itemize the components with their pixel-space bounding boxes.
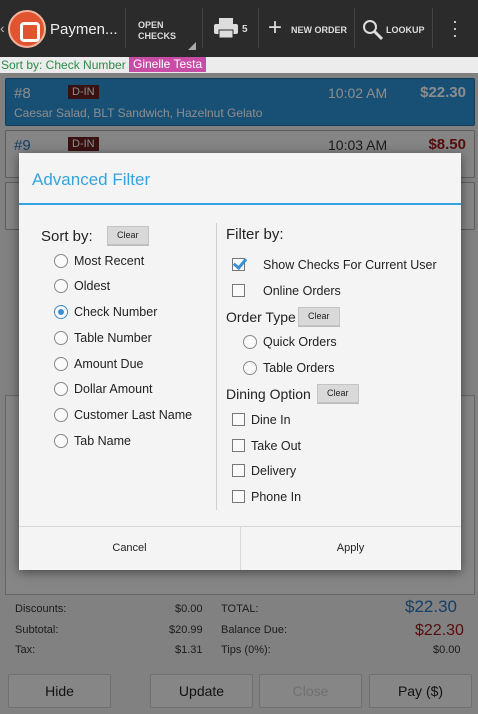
divider xyxy=(258,8,259,48)
sort-by-label: Sort by: xyxy=(41,228,93,245)
checkbox-show-current-user[interactable] xyxy=(232,258,245,271)
overflow-menu-icon[interactable]: · · · xyxy=(452,12,458,44)
checkbox-take-out[interactable] xyxy=(232,439,245,452)
option-label: Phone In xyxy=(251,490,302,504)
radio-dollar-amount[interactable] xyxy=(54,382,68,396)
radio-tab-name[interactable] xyxy=(54,434,68,448)
radio-amount-due[interactable] xyxy=(54,357,68,371)
order-type-label: Order Type xyxy=(226,309,296,325)
radio-most-recent[interactable] xyxy=(54,254,68,268)
option-label: Table Number xyxy=(74,331,152,345)
sort-clear-button[interactable]: Clear xyxy=(107,226,149,245)
printer-icon[interactable] xyxy=(214,18,238,38)
filter-by-label: Filter by: xyxy=(226,226,284,243)
option-label: Dine In xyxy=(251,413,291,427)
column-divider xyxy=(216,223,217,510)
option-label: Dollar Amount xyxy=(74,382,153,396)
option-label: Delivery xyxy=(251,464,297,478)
title-underline xyxy=(19,203,461,205)
app-logo-icon[interactable] xyxy=(8,10,46,48)
option-label: Check Number xyxy=(74,305,158,319)
cancel-button[interactable]: Cancel xyxy=(19,527,240,570)
checkbox-delivery[interactable] xyxy=(232,464,245,477)
divider xyxy=(354,8,355,48)
dialog-title: Advanced Filter xyxy=(32,170,151,189)
option-label: Oldest xyxy=(74,279,111,293)
advanced-filter-dialog: Advanced Filter Sort by: Clear Most Rece… xyxy=(19,153,461,570)
dropdown-corner-icon xyxy=(188,42,196,50)
checkbox-online-orders[interactable] xyxy=(232,284,245,297)
option-label: Take Out xyxy=(251,439,302,453)
option-label: Amount Due xyxy=(74,357,144,371)
option-label: Quick Orders xyxy=(263,335,337,349)
apply-button[interactable]: Apply xyxy=(240,527,461,570)
radio-table-number[interactable] xyxy=(54,331,68,345)
radio-oldest[interactable] xyxy=(54,279,68,293)
open-checks-button[interactable]: OPEN CHECKS xyxy=(138,20,176,42)
user-badge[interactable]: Ginelle Testa xyxy=(129,57,207,72)
option-label: Customer Last Name xyxy=(74,408,193,422)
option-label: Show Checks For Current User xyxy=(263,258,437,272)
sort-status-text: Sort by: Check Number xyxy=(1,58,126,72)
checkbox-phone-in[interactable] xyxy=(232,490,245,503)
radio-customer-last-name[interactable] xyxy=(54,408,68,422)
radio-table-orders[interactable] xyxy=(243,361,257,375)
radio-check-number[interactable] xyxy=(54,305,68,319)
app-title: Paymen... xyxy=(50,21,118,38)
divider xyxy=(202,8,203,48)
print-count: 5 xyxy=(242,24,248,35)
action-bar: ‹ Paymen... OPEN CHECKS 5 + NEW ORDER LO… xyxy=(0,0,478,57)
new-order-button[interactable]: NEW ORDER xyxy=(291,25,347,35)
option-label: Online Orders xyxy=(263,284,341,298)
checkbox-dine-in[interactable] xyxy=(232,413,245,426)
option-label: Tab Name xyxy=(74,434,131,448)
order-type-clear-button[interactable]: Clear xyxy=(298,307,340,326)
option-label: Table Orders xyxy=(263,361,335,375)
plus-icon[interactable]: + xyxy=(268,16,282,40)
dining-option-clear-button[interactable]: Clear xyxy=(317,384,359,403)
radio-quick-orders[interactable] xyxy=(243,335,257,349)
option-label: Most Recent xyxy=(74,254,145,268)
back-chevron-icon[interactable]: ‹ xyxy=(0,20,5,36)
dining-option-label: Dining Option xyxy=(226,386,311,402)
search-icon[interactable] xyxy=(362,19,384,41)
lookup-button[interactable]: LOOKUP xyxy=(386,25,425,35)
divider xyxy=(125,8,126,48)
divider xyxy=(432,8,433,48)
